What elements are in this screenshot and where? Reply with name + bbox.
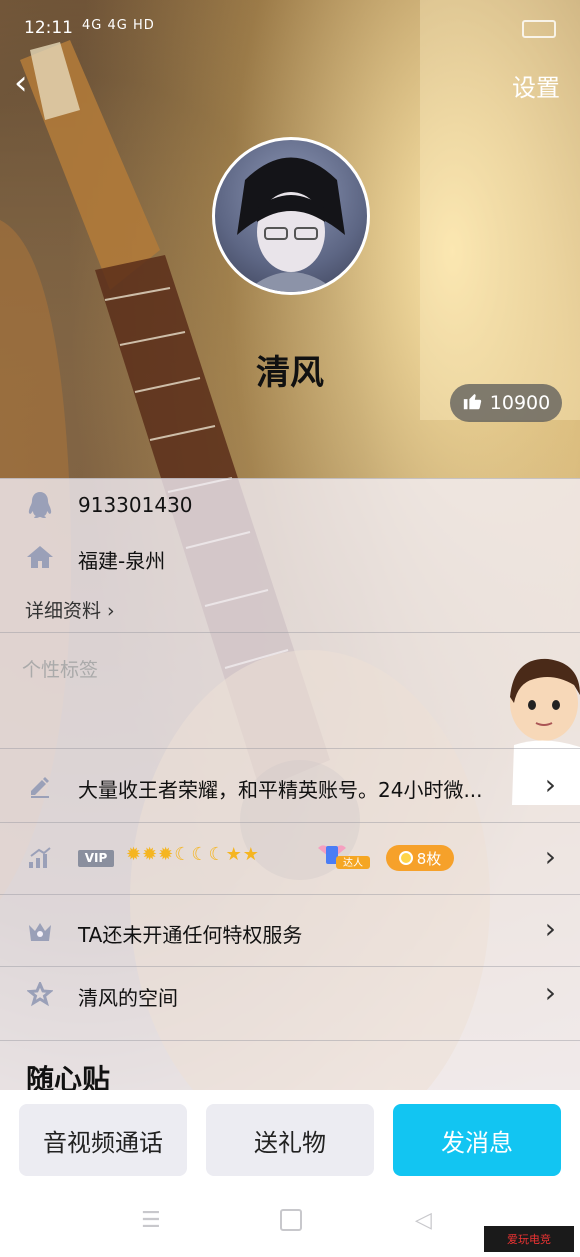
divider xyxy=(0,822,580,823)
send-gift-button[interactable]: 送礼物 xyxy=(206,1104,374,1176)
avatar[interactable] xyxy=(212,137,370,295)
chevron-right-icon: › xyxy=(544,840,556,873)
divider xyxy=(0,632,580,633)
battery-icon xyxy=(522,20,556,38)
qq-number: 913301430 xyxy=(78,493,193,517)
settings-button[interactable]: 设置 xyxy=(512,68,560,103)
divider xyxy=(0,1040,580,1041)
chevron-right-icon: › xyxy=(544,768,556,801)
thumbs-up-icon xyxy=(462,390,484,417)
pencil-icon xyxy=(26,772,54,800)
star-icon xyxy=(26,981,54,1009)
personal-tags[interactable]: 个性标签 xyxy=(22,655,98,682)
svg-text:达人: 达人 xyxy=(343,857,363,869)
divider xyxy=(0,894,580,895)
status-time: 12:11 xyxy=(24,18,73,38)
back-nav-icon[interactable]: ◁ xyxy=(415,1208,432,1233)
home-nav-icon[interactable] xyxy=(280,1209,302,1231)
back-button[interactable]: ‹ xyxy=(14,66,28,100)
divider xyxy=(0,478,580,479)
signature-text: 大量收王者荣耀，和平精英账号。24小时微... xyxy=(78,778,483,802)
divider xyxy=(0,966,580,967)
coin-count: 8枚 xyxy=(416,849,442,868)
watermark-logo: 爱玩电竞 xyxy=(484,1226,574,1252)
chevron-right-icon: › xyxy=(544,912,556,945)
send-message-button[interactable]: 发消息 xyxy=(393,1104,561,1176)
status-bar: 12:11 4G 4G HD xyxy=(0,0,580,58)
av-call-button[interactable]: 音视频通话 xyxy=(19,1104,187,1176)
crown-icon xyxy=(26,918,54,946)
qq-penguin-icon xyxy=(26,491,54,519)
cartoon-mascot[interactable] xyxy=(504,655,580,805)
home-icon xyxy=(26,543,54,571)
chart-icon xyxy=(26,844,54,872)
level-icons: ✹✹✹☾☾☾★★ xyxy=(126,844,260,865)
space-text: 清风的空间 xyxy=(78,986,178,1010)
signal-indicators: 4G 4G HD xyxy=(82,18,155,33)
details-link[interactable]: 详细资料 › xyxy=(25,596,115,623)
like-count: 10900 xyxy=(489,392,551,414)
menu-icon[interactable]: ☰ xyxy=(141,1208,161,1233)
location: 福建-泉州 xyxy=(78,549,166,573)
privilege-text: TA还未开通任何特权服务 xyxy=(78,923,303,947)
coin-badge: 8枚 xyxy=(386,845,454,871)
coin-icon xyxy=(398,851,413,865)
divider xyxy=(0,748,580,749)
chevron-right-icon: › xyxy=(544,976,556,1009)
avatar-image xyxy=(237,157,345,292)
like-button[interactable]: 10900 xyxy=(450,384,562,422)
daren-badge: 达人 xyxy=(316,842,372,870)
vip-badge: VIP xyxy=(78,850,114,867)
profile-screen: 12:11 4G 4G HD ‹ 设置 清风 10900 913301430 福… xyxy=(0,0,580,1257)
